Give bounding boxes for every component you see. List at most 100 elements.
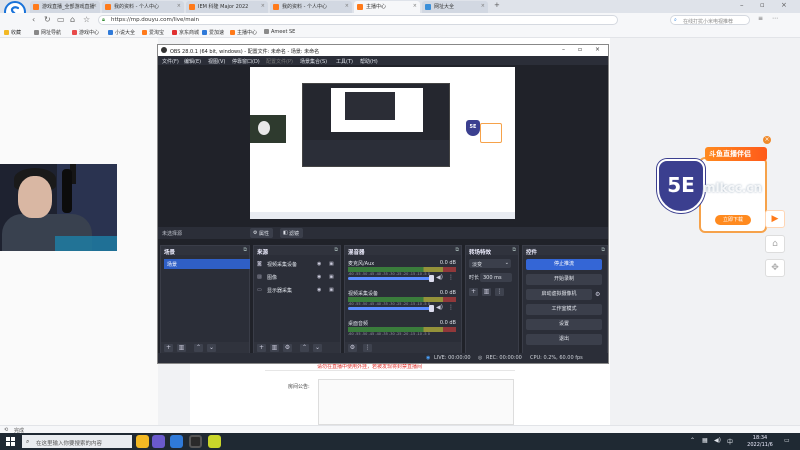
bookmark-item[interactable]: Ameet SE <box>264 29 295 35</box>
maximize-icon[interactable]: ▫ <box>760 1 765 9</box>
extensions-icon[interactable]: ⋯ <box>772 15 778 22</box>
close-window-icon[interactable]: × <box>781 1 787 9</box>
browser-tab-6[interactable]: 网址大全 × <box>422 1 488 13</box>
bookmark-item[interactable]: 爱淘宝 <box>142 29 164 36</box>
menu-item-profile[interactable]: 配置文件(P) <box>266 58 293 65</box>
speaker-icon[interactable]: ◀) <box>436 274 443 281</box>
refresh-icon[interactable]: ↻ <box>44 15 51 24</box>
gear-icon[interactable]: ⚙ <box>283 344 292 352</box>
volume-slider[interactable] <box>348 277 432 280</box>
volume-icon[interactable]: ◀) <box>714 437 721 444</box>
taskbar-app-icon[interactable] <box>208 435 221 448</box>
start-virtual-camera-button[interactable]: 启动虚拟摄像机 <box>526 289 592 300</box>
bookmarks-folder-icon[interactable]: ▭ <box>57 15 65 24</box>
add-icon[interactable]: + <box>469 288 478 296</box>
filters-button[interactable]: ◧ 滤镜 <box>280 228 304 238</box>
add-icon[interactable]: + <box>164 344 173 352</box>
bookmark-item[interactable]: 游戏中心 <box>72 29 99 36</box>
source-item[interactable]: ▭ 显示器采集 ◉ ▣ <box>257 285 337 295</box>
transition-select[interactable]: 淡变 ⌄ <box>469 259 511 268</box>
home-page-icon[interactable]: ⌂ <box>70 15 75 24</box>
studio-mode-button[interactable]: 工作室模式 <box>526 304 602 315</box>
dock-float-icon[interactable]: ⧉ <box>243 247 247 253</box>
close-icon[interactable]: × <box>345 3 349 9</box>
network-icon[interactable]: ▦ <box>702 437 708 444</box>
minimize-icon[interactable]: – <box>740 1 744 9</box>
start-recording-button[interactable]: 开始录制 <box>526 274 602 285</box>
gear-icon[interactable]: ⚙ <box>595 291 600 298</box>
minimize-icon[interactable]: – <box>562 46 565 53</box>
url-input[interactable]: 🔒︎ https://mp.douyu.com/live/main <box>98 15 618 25</box>
settings-button[interactable]: 设置 <box>526 319 602 330</box>
star-icon[interactable]: ☆ <box>83 15 90 24</box>
browser-tab-3[interactable]: IEM 科隆 Major 2022 × <box>186 1 268 13</box>
maximize-icon[interactable]: ▫ <box>578 46 582 53</box>
exit-button[interactable]: 退出 <box>526 334 602 345</box>
source-item[interactable]: ▨ 图像 ◉ ▣ <box>257 272 337 282</box>
trash-icon[interactable]: ▥ <box>482 288 491 296</box>
lock-icon[interactable]: ▣ <box>329 287 334 293</box>
lock-icon[interactable]: ▣ <box>329 261 334 267</box>
chevron-up-icon[interactable]: ⌃ <box>300 344 309 352</box>
close-icon[interactable]: × <box>261 3 265 9</box>
browser-tab-4[interactable]: 我的资料 - 个人中心 × <box>270 1 352 13</box>
more-options-icon[interactable]: ⋮ <box>495 288 504 296</box>
windows-start-icon[interactable] <box>6 437 15 446</box>
notification-icon[interactable]: ▭ <box>784 437 790 444</box>
browser-tab-1[interactable]: 游戏直播_全部游戏直播 × <box>30 1 100 13</box>
home-icon[interactable]: ⌂ <box>765 235 785 253</box>
trash-icon[interactable]: ▥ <box>177 344 186 352</box>
stop-streaming-button[interactable]: 停止推流 <box>526 259 602 270</box>
slider-handle[interactable] <box>429 305 434 312</box>
bookmark-item[interactable]: 网址导航 <box>34 29 61 36</box>
bookmark-item[interactable]: 主播中心 <box>230 29 257 36</box>
tray-chevron-icon[interactable]: ⌃ <box>690 437 695 444</box>
puzzle-icon[interactable]: ✥ <box>765 259 785 277</box>
menu-item-view[interactable]: 视图(V) <box>208 58 225 65</box>
volume-slider[interactable] <box>348 307 432 310</box>
browser-tab-2[interactable]: 我的资料 - 个人中心 × <box>102 1 184 13</box>
close-icon[interactable]: × <box>413 3 417 9</box>
more-options-icon[interactable]: ⋮ <box>448 274 454 281</box>
bookmark-item[interactable]: 收藏 <box>4 29 21 36</box>
scene-list-item[interactable]: 场景 <box>164 259 250 269</box>
menu-item-tools[interactable]: 工具(T) <box>336 58 353 65</box>
bookmark-item[interactable]: 爱加速 <box>202 29 224 36</box>
taskbar-app-icon[interactable] <box>136 435 149 448</box>
more-options-icon[interactable]: ⋮ <box>363 344 372 352</box>
bookmark-item[interactable]: 小说大全 <box>108 29 135 36</box>
menu-item-docks[interactable]: 停靠窗口(D) <box>232 58 260 65</box>
browser-search-input[interactable]: ⌕ 在线打扰小米电视推荐 <box>670 15 750 25</box>
source-item[interactable]: ◙ 视频采集设备 ◉ ▣ <box>257 259 337 269</box>
dock-float-icon[interactable]: ⧉ <box>601 247 605 253</box>
lock-icon[interactable]: ▣ <box>329 274 334 280</box>
properties-button[interactable]: ⚙ 属性 <box>250 228 274 238</box>
chevron-down-icon[interactable]: ⌄ <box>313 344 322 352</box>
announcement-textarea[interactable] <box>318 379 514 425</box>
dock-float-icon[interactable]: ⧉ <box>455 247 459 253</box>
add-icon[interactable]: + <box>257 344 266 352</box>
close-icon[interactable]: × <box>93 3 97 9</box>
taskbar-search-input[interactable]: ⌕ 在这里输入你要搜索的内容 <box>22 435 132 448</box>
slider-handle[interactable] <box>429 275 434 282</box>
dock-float-icon[interactable]: ⧉ <box>512 247 516 253</box>
promo-download-button[interactable]: 立即下载 <box>715 215 751 225</box>
speaker-icon[interactable]: ◀) <box>436 304 443 311</box>
menu-item-scene-collection[interactable]: 场景集合(S) <box>300 58 327 65</box>
obs-preview[interactable]: 5E <box>250 67 515 219</box>
menu-item-edit[interactable]: 编辑(E) <box>184 58 201 65</box>
chevron-up-icon[interactable]: ⌃ <box>194 344 203 352</box>
taskbar-obs-icon[interactable] <box>189 435 202 448</box>
taskbar-app-icon[interactable] <box>152 435 165 448</box>
taskbar-clock[interactable]: 18:34 2022/11/6 <box>740 435 780 448</box>
menu-icon[interactable]: ≡ <box>758 15 763 22</box>
bookmark-item[interactable]: 京东商城 <box>172 29 199 36</box>
taskbar-browser-icon[interactable] <box>170 435 183 448</box>
close-icon[interactable]: × <box>595 46 600 53</box>
eye-icon[interactable]: ◉ <box>317 261 321 267</box>
mixer-settings-icon[interactable]: ⚙ <box>348 344 357 352</box>
new-tab-icon[interactable]: + <box>494 1 500 9</box>
menu-item-help[interactable]: 帮助(H) <box>360 58 378 65</box>
chevron-down-icon[interactable]: ⌄ <box>207 344 216 352</box>
duration-input[interactable]: 300 ms <box>480 273 512 282</box>
